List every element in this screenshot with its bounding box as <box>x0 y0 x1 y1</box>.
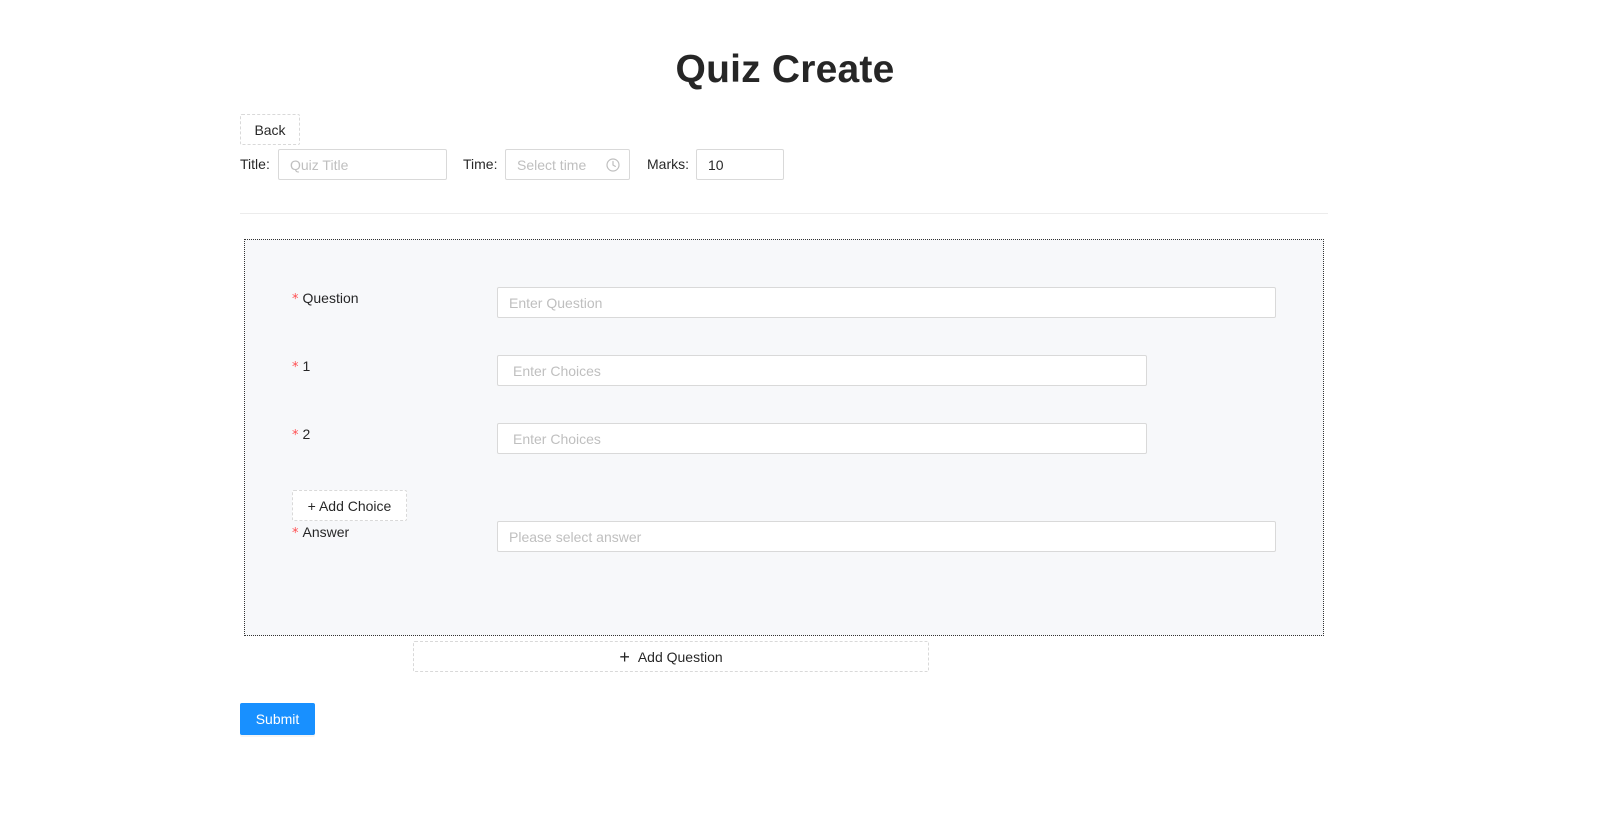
choice-input-2[interactable] <box>497 423 1147 454</box>
add-question-label: Add Question <box>637 648 723 665</box>
question-label: * Question <box>292 290 359 307</box>
quiz-title-input[interactable] <box>278 149 447 180</box>
title-label: Title: <box>240 156 270 172</box>
page-title: Quiz Create <box>675 48 895 91</box>
time-picker[interactable]: Select time <box>505 149 630 180</box>
marks-input[interactable] <box>696 149 784 180</box>
choice-label-2: * 2 <box>292 426 311 443</box>
time-label: Time: <box>463 156 498 172</box>
answer-label: * Answer <box>292 524 350 541</box>
add-choice-button[interactable]: + Add Choice <box>292 490 407 521</box>
choice-label-1: * 1 <box>292 358 311 375</box>
quiz-create-page: Quiz Create Back Title: Time: Select tim… <box>0 0 1600 830</box>
divider <box>240 213 1328 214</box>
clock-icon <box>606 158 620 172</box>
answer-select-placeholder: Please select answer <box>509 528 642 545</box>
choice-input-1[interactable] <box>497 355 1147 386</box>
answer-select[interactable]: Please select answer <box>497 521 1276 552</box>
question-input[interactable] <box>497 287 1276 318</box>
time-picker-placeholder: Select time <box>517 156 587 173</box>
back-button[interactable]: Back <box>240 114 300 145</box>
add-question-button[interactable]: + Add Question <box>413 641 929 672</box>
marks-label: Marks: <box>647 156 690 172</box>
plus-icon: + <box>619 646 630 667</box>
submit-button[interactable]: Submit <box>240 703 315 735</box>
